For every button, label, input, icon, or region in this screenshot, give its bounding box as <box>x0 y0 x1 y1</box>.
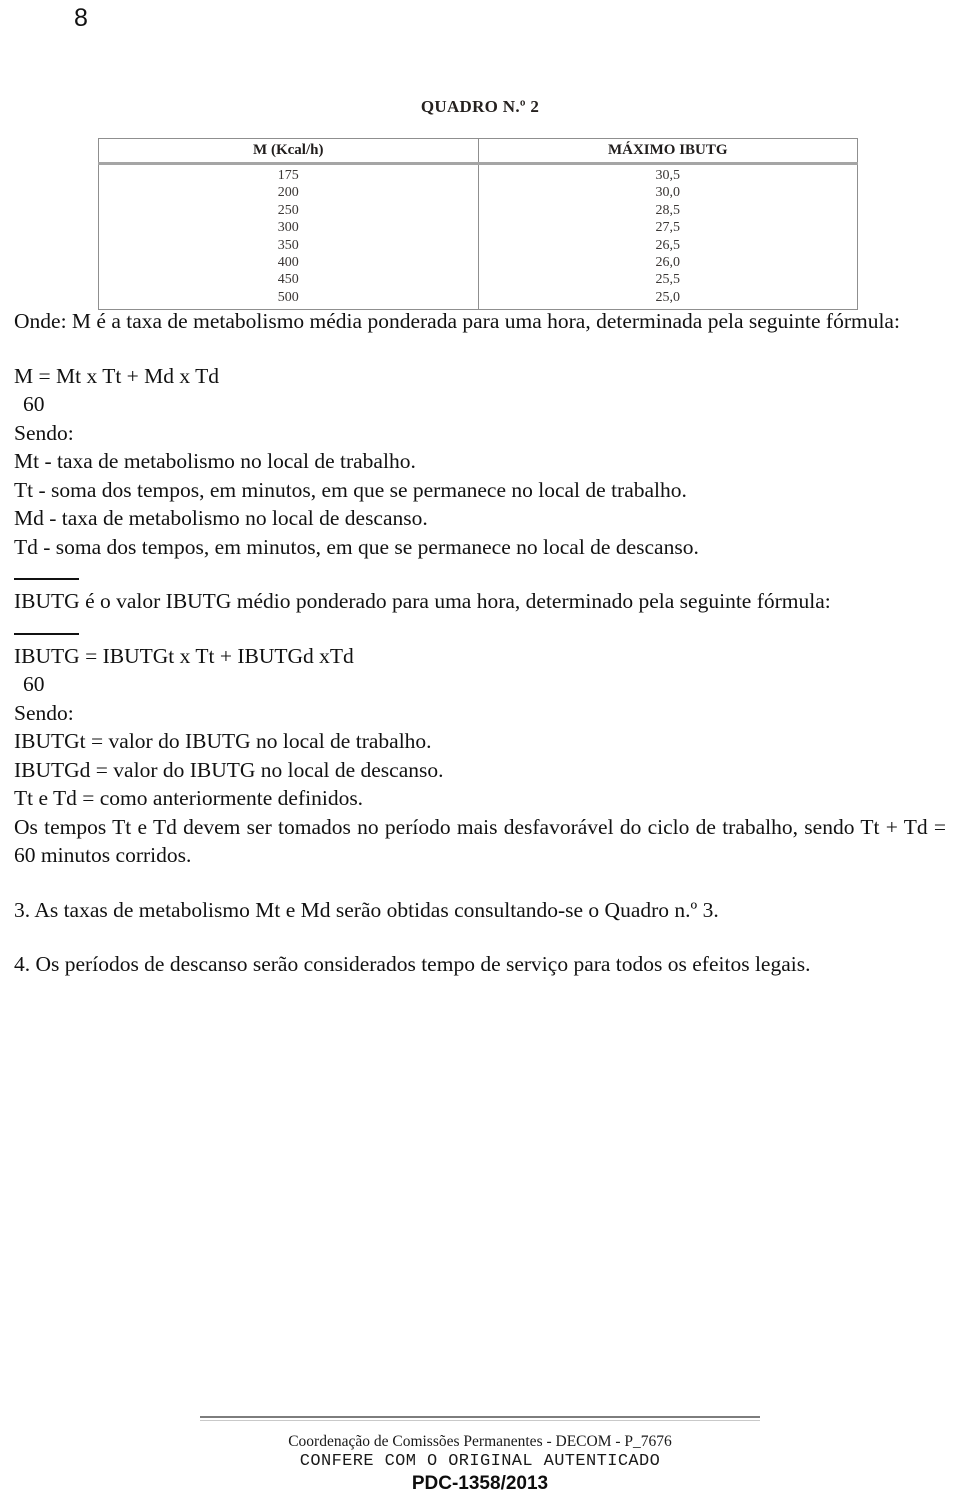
formula-ibutg-rest: = IBUTGt x Tt + IBUTGd xTd <box>79 643 354 668</box>
formula-ibutg: IBUTG = IBUTGt x Tt + IBUTGd xTd <box>14 632 946 671</box>
quadro-table-container: M (Kcal/h) MÁXIMO IBUTG 175 30,5 200 30,… <box>98 138 858 311</box>
definition-ibutgt: IBUTGt = valor do IBUTG no local de trab… <box>14 729 432 753</box>
cell-ibutg: 25,5 <box>655 272 681 288</box>
page-number: 8 <box>74 4 88 32</box>
paragraph-ibutg-rest: é o valor IBUTG médio ponderado para uma… <box>79 589 831 613</box>
definition-md: Md - taxa de metabolismo no local de des… <box>14 506 428 530</box>
item-3: 3. As taxas de metabolismo Mt e Md serão… <box>14 897 719 922</box>
cell-ibutg: 26,0 <box>655 255 681 271</box>
table-row: 200 30,0 <box>98 184 858 202</box>
cell-m: 175 <box>98 163 479 185</box>
cell-m: 350 <box>98 236 479 255</box>
cell-ibutg: 30,0 <box>655 185 681 201</box>
cell-ibutg: 28,5 <box>655 202 681 218</box>
table-row: 400 26,0 <box>98 254 858 272</box>
table-header-row: M (Kcal/h) MÁXIMO IBUTG <box>98 138 858 165</box>
definition-td: Td - soma dos tempos, em minutos, em que… <box>14 534 699 559</box>
table-row: 450 25,5 <box>98 271 858 289</box>
table-body: 175 30,5 200 30,0 250 28,5 300 27,5 350 <box>98 163 858 310</box>
cell-ibutg: 30,5 <box>655 168 681 183</box>
table-header-cell-m: M (Kcal/h) <box>98 138 479 165</box>
paragraph-ibutg: IBUTG é o valor IBUTG médio ponderado pa… <box>14 578 946 616</box>
cell-m: 400 <box>98 254 479 272</box>
cell-m: 450 <box>98 271 479 289</box>
cell-m: 250 <box>98 201 479 220</box>
cell-m: 300 <box>98 219 479 237</box>
definition-tt: Tt - soma dos tempos, em minutos, em que… <box>14 477 687 502</box>
paragraph-onde: Onde: M é a taxa de metabolismo média po… <box>14 309 900 333</box>
definition-ibutgd: IBUTGd = valor do IBUTG no local de desc… <box>14 757 444 782</box>
table-row: 250 28,5 <box>98 201 858 220</box>
body-text-section: Onde: M é a taxa de metabolismo média po… <box>14 307 946 979</box>
footer-document-id: PDC-1358/2013 <box>411 1473 549 1494</box>
definition-tt-td: Tt e Td = como anteriormente definidos. <box>14 786 364 810</box>
ibutg-mean-symbol: IBUTG <box>14 578 80 616</box>
footer: Coordenação de Comissões Permanentes - D… <box>0 1432 960 1495</box>
definition-mt: Mt - taxa de metabolismo no local de tra… <box>14 449 416 473</box>
cell-ibutg: 27,5 <box>655 220 681 236</box>
footer-authentication: CONFERE COM O ORIGINAL AUTENTICADO <box>299 1452 661 1471</box>
table-row: 300 27,5 <box>98 219 858 237</box>
quadro-table: M (Kcal/h) MÁXIMO IBUTG 175 30,5 200 30,… <box>98 138 858 311</box>
footer-source: Coordenação de Comissões Permanentes - D… <box>288 1433 672 1450</box>
table-header-cell-ibutg: MÁXIMO IBUTG <box>478 138 858 165</box>
formula-ibutg-denominator: 60 <box>23 672 45 696</box>
table-caption: QUADRO N.º 2 <box>420 97 540 116</box>
table-row: 350 26,5 <box>98 236 858 255</box>
sendo-label-2: Sendo: <box>14 700 74 725</box>
table-row: 175 30,5 <box>98 163 858 185</box>
document-page: 8 QUADRO N.º 2 M (Kcal/h) MÁXIMO IBUTG 1… <box>0 0 960 1494</box>
cell-ibutg: 26,5 <box>655 237 681 253</box>
ibutg-mean-symbol: IBUTG <box>14 632 80 671</box>
sendo-label-1: Sendo: <box>14 420 74 445</box>
paragraph-tempos: Os tempos Tt e Td devem ser tomados no p… <box>14 814 952 868</box>
item-4: 4. Os períodos de descanso serão conside… <box>14 952 811 976</box>
formula-m: M = Mt x Tt + Md x Td <box>14 363 220 388</box>
formula-m-denominator: 60 <box>23 392 45 416</box>
footer-divider <box>200 1416 760 1421</box>
cell-m: 200 <box>98 184 479 202</box>
